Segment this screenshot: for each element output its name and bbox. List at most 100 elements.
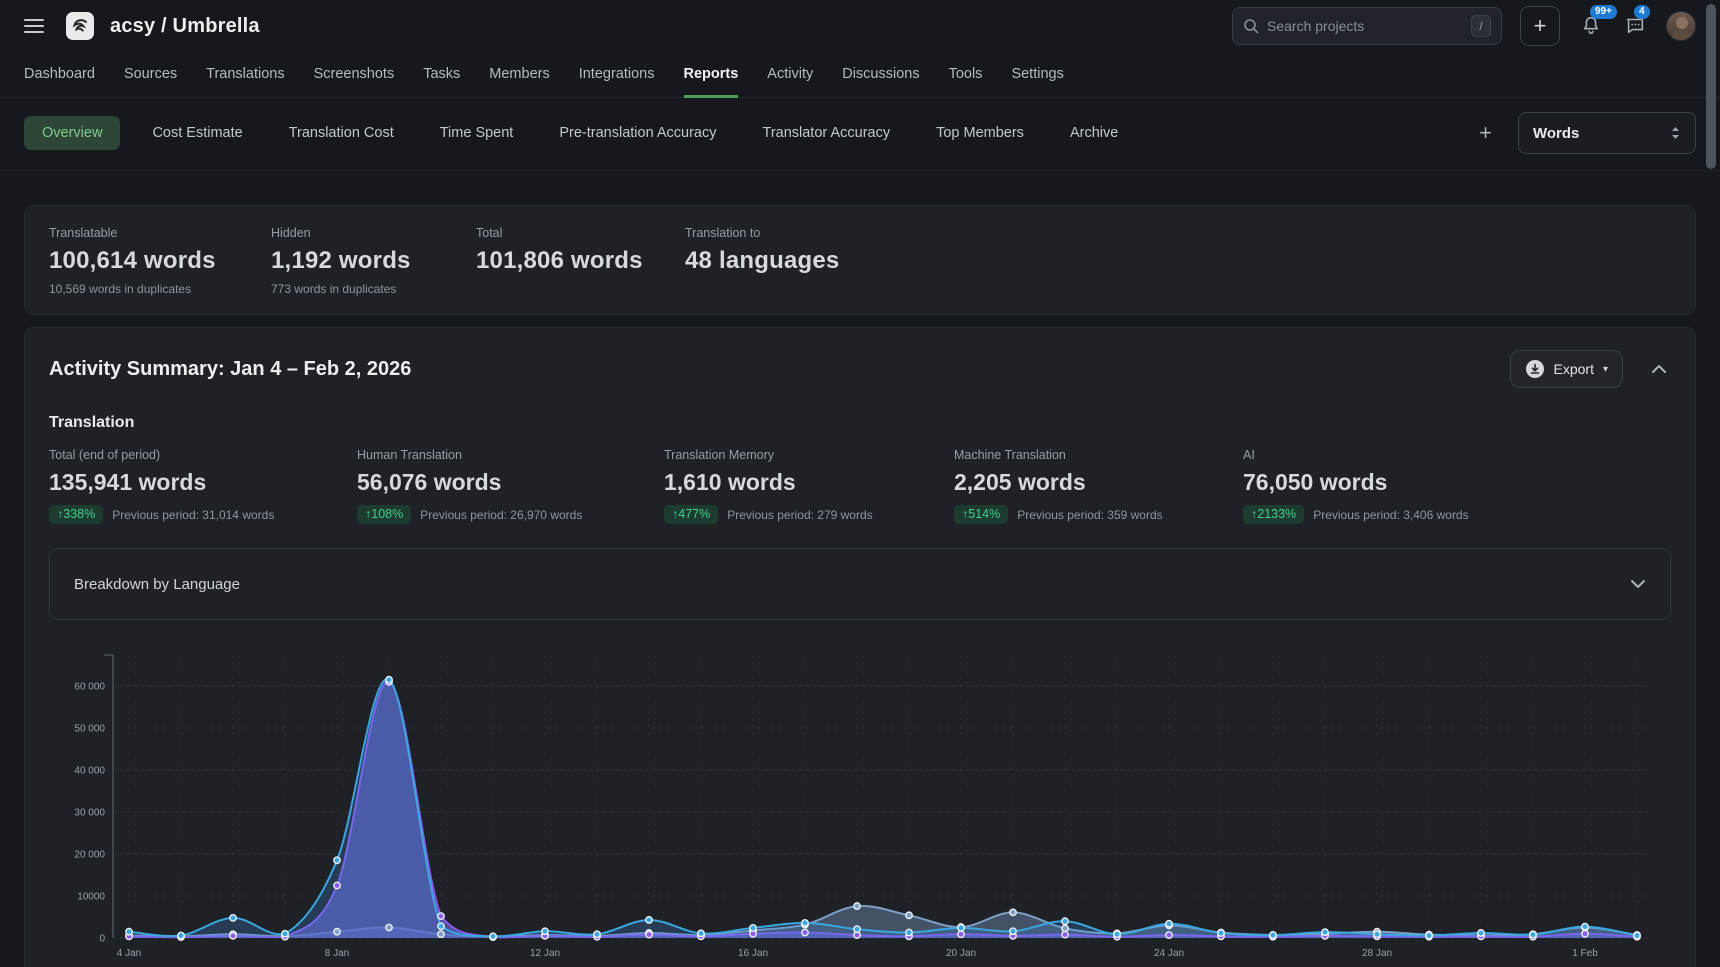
notifications-button[interactable]: 99+: [1578, 12, 1604, 41]
nav-item-settings[interactable]: Settings: [1011, 52, 1063, 98]
select-arrows-icon: [1670, 125, 1681, 141]
svg-text:24 Jan: 24 Jan: [1154, 948, 1184, 959]
search-icon: [1243, 18, 1259, 34]
notifications-count-badge: 99+: [1590, 5, 1617, 19]
tab-translator-accuracy[interactable]: Translator Accuracy: [763, 125, 891, 141]
nav-item-integrations[interactable]: Integrations: [579, 52, 655, 98]
search-projects-box[interactable]: /: [1232, 7, 1502, 45]
delta-badge: ↑338%: [49, 505, 103, 524]
stat-subtext: 773 words in duplicates: [271, 282, 476, 296]
nav-item-tasks[interactable]: Tasks: [423, 52, 460, 98]
stat-label: Translation to: [685, 226, 1671, 240]
stat-value: 2,205 words: [954, 469, 1243, 496]
stat-value: 1,192 words: [271, 247, 476, 275]
breakdown-by-language-toggle[interactable]: Breakdown by Language: [49, 548, 1671, 620]
svg-text:50 000: 50 000: [74, 724, 105, 735]
translation-stats-row: Total (end of period) 135,941 words ↑338…: [49, 448, 1671, 524]
stat-total-end-of-period: Total (end of period) 135,941 words ↑338…: [49, 448, 357, 524]
previous-period-text: Previous period: 279 words: [727, 508, 872, 522]
nav-item-discussions[interactable]: Discussions: [842, 52, 919, 98]
svg-text:20 000: 20 000: [74, 850, 105, 861]
stat-value: 1,610 words: [664, 469, 954, 496]
logo-swirl-icon: [69, 15, 91, 37]
svg-text:20 Jan: 20 Jan: [946, 948, 976, 959]
delta-badge: ↑2133%: [1243, 505, 1304, 524]
stat-value: 135,941 words: [49, 469, 357, 496]
stat-ai: AI 76,050 words ↑2133% Previous period: …: [1243, 448, 1671, 524]
svg-text:28 Jan: 28 Jan: [1362, 948, 1392, 959]
tab-pretranslation-accuracy[interactable]: Pre-translation Accuracy: [559, 125, 716, 141]
stat-value: 101,806 words: [476, 247, 685, 275]
stat-value: 48 languages: [685, 247, 1671, 275]
svg-text:10000: 10000: [77, 892, 105, 903]
previous-period-text: Previous period: 3,406 words: [1313, 508, 1468, 522]
stat-label: Translation Memory: [664, 448, 954, 462]
activity-chart-area: 01000020 00030 00040 00050 00060 0004 Ja…: [49, 628, 1671, 967]
add-report-button[interactable]: +: [1479, 122, 1492, 144]
svg-text:1 Feb: 1 Feb: [1572, 948, 1598, 959]
tab-translation-cost[interactable]: Translation Cost: [289, 125, 394, 141]
stat-label: Hidden: [271, 226, 476, 240]
create-project-button[interactable]: +: [1520, 6, 1560, 46]
messages-button[interactable]: 4: [1622, 12, 1648, 41]
svg-text:4 Jan: 4 Jan: [117, 948, 141, 959]
tab-time-spent[interactable]: Time Spent: [440, 125, 514, 141]
unit-select-value: Words: [1533, 125, 1579, 142]
stat-translation-memory: Translation Memory 1,610 words ↑477% Pre…: [664, 448, 954, 524]
top-bar: acsy / Umbrella / + 99+: [0, 0, 1720, 52]
svg-text:60 000: 60 000: [74, 682, 105, 693]
tab-top-members[interactable]: Top Members: [936, 125, 1024, 141]
previous-period-text: Previous period: 26,970 words: [420, 508, 582, 522]
nav-item-dashboard[interactable]: Dashboard: [24, 52, 95, 98]
project-logo[interactable]: [66, 12, 94, 40]
download-icon: [1525, 359, 1545, 379]
stat-label: Total (end of period): [49, 448, 357, 462]
delta-badge: ↑514%: [954, 505, 1008, 524]
chevron-down-icon: [1630, 579, 1646, 589]
stat-label: Translatable: [49, 226, 271, 240]
svg-text:12 Jan: 12 Jan: [530, 948, 560, 959]
stat-human-translation: Human Translation 56,076 words ↑108% Pre…: [357, 448, 664, 524]
tab-overview[interactable]: Overview: [24, 116, 120, 150]
reports-page: acsy / Umbrella / + 99+: [0, 0, 1720, 967]
export-button[interactable]: Export ▾: [1510, 350, 1624, 388]
project-breadcrumb: acsy / Umbrella: [110, 15, 260, 38]
activity-summary-card: Activity Summary: Jan 4 – Feb 2, 2026 Ex…: [24, 327, 1696, 967]
delta-badge: ↑477%: [664, 505, 718, 524]
main-nav: Dashboard Sources Translations Screensho…: [0, 52, 1720, 98]
nav-item-translations[interactable]: Translations: [206, 52, 284, 98]
stat-value: 76,050 words: [1243, 469, 1671, 496]
nav-item-members[interactable]: Members: [489, 52, 549, 98]
stat-value: 56,076 words: [357, 469, 664, 496]
delta-badge: ↑108%: [357, 505, 411, 524]
user-avatar[interactable]: [1666, 11, 1696, 41]
activity-chart: 01000020 00030 00040 00050 00060 0004 Ja…: [49, 628, 1661, 967]
stat-label: AI: [1243, 448, 1671, 462]
nav-item-screenshots[interactable]: Screenshots: [314, 52, 395, 98]
stat-subtext: 10,569 words in duplicates: [49, 282, 271, 296]
stat-total: Total 101,806 words: [476, 226, 685, 296]
unit-select[interactable]: Words: [1518, 112, 1696, 154]
tab-cost-estimate[interactable]: Cost Estimate: [152, 125, 242, 141]
translation-section-title: Translation: [49, 414, 1671, 432]
stat-label: Human Translation: [357, 448, 664, 462]
svg-text:30 000: 30 000: [74, 808, 105, 819]
nav-item-sources[interactable]: Sources: [124, 52, 177, 98]
reports-subnav: Overview Cost Estimate Translation Cost …: [0, 98, 1720, 171]
tab-archive[interactable]: Archive: [1070, 125, 1118, 141]
stat-label: Total: [476, 226, 685, 240]
svg-text:40 000: 40 000: [74, 766, 105, 777]
caret-down-icon: ▾: [1603, 364, 1608, 375]
nav-item-activity[interactable]: Activity: [767, 52, 813, 98]
nav-item-tools[interactable]: Tools: [949, 52, 983, 98]
hamburger-menu-icon[interactable]: [24, 19, 44, 33]
previous-period-text: Previous period: 359 words: [1017, 508, 1162, 522]
collapse-section-button[interactable]: [1647, 358, 1671, 381]
nav-item-reports[interactable]: Reports: [684, 52, 739, 98]
search-input[interactable]: [1267, 18, 1463, 34]
svg-text:8 Jan: 8 Jan: [325, 948, 349, 959]
page-scrollbar[interactable]: [1706, 4, 1716, 169]
svg-text:16 Jan: 16 Jan: [738, 948, 768, 959]
messages-count-badge: 4: [1634, 5, 1650, 19]
export-label: Export: [1554, 361, 1594, 377]
